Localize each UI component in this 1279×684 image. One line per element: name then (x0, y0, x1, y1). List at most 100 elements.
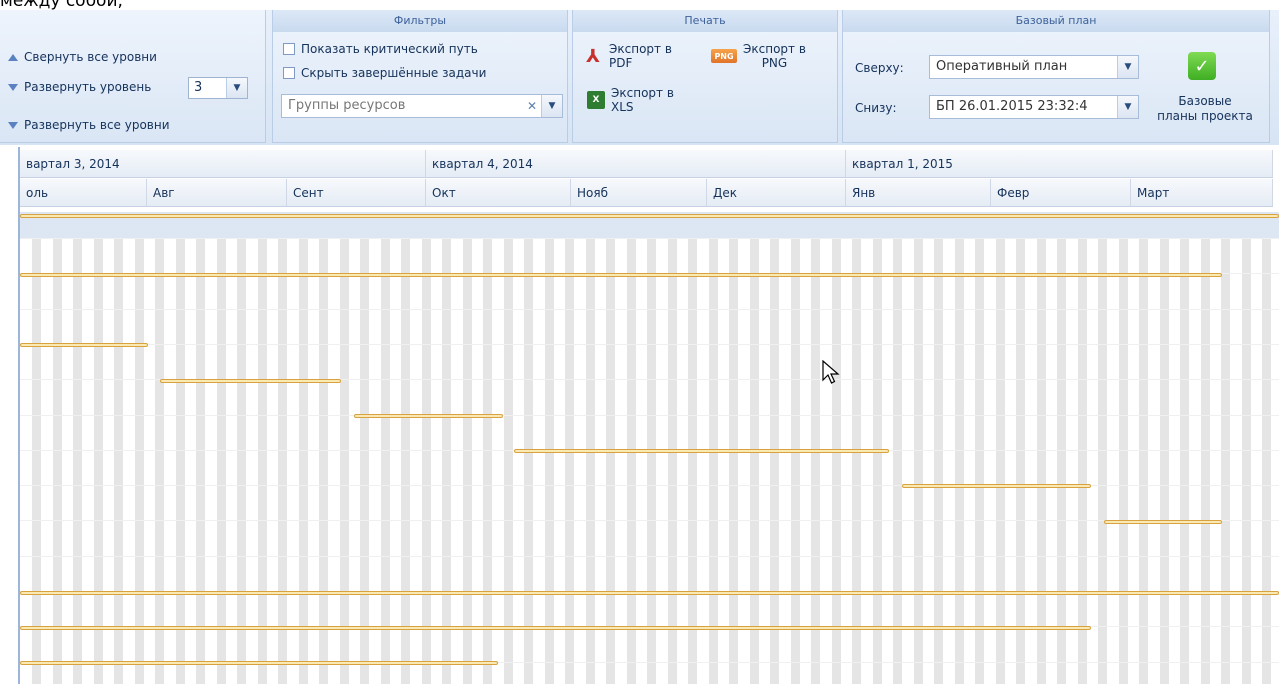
weekend-column (1262, 238, 1271, 684)
row-separator (20, 343, 1279, 345)
levels-group: Свернуть все уровни Развернуть уровень 3… (0, 10, 266, 143)
baseline-top-select[interactable]: Оперативный план ▼ (929, 55, 1139, 79)
weekend-column (893, 238, 902, 684)
weekend-column (770, 238, 779, 684)
project-baselines-line1: Базовые (1178, 94, 1232, 108)
weekend-column (1241, 238, 1251, 684)
weekend-column (852, 238, 861, 684)
weekend-column (360, 238, 369, 684)
gantt-bar[interactable] (20, 661, 498, 665)
weekend-column (975, 238, 984, 684)
chevron-down-icon[interactable]: ▼ (1117, 96, 1138, 118)
collapse-all-button[interactable]: Свернуть все уровни (8, 50, 157, 64)
weekend-column (442, 238, 451, 684)
weekend-column (114, 238, 123, 684)
weekend-column (134, 238, 144, 684)
checkmark-icon: ✓ (1188, 52, 1216, 80)
export-pdf-label: Экспорт в PDF (609, 42, 672, 70)
expand-all-button[interactable]: Развернуть все уровни (8, 118, 170, 132)
checkbox-box[interactable] (283, 43, 295, 55)
gantt-bar[interactable] (160, 379, 341, 383)
project-baselines-button[interactable]: ✓ Базовые планы проекта (1143, 46, 1267, 138)
weekend-column (298, 238, 308, 684)
show-critical-path-label: Показать критический путь (301, 42, 478, 56)
gantt-bar[interactable] (1104, 520, 1222, 524)
weekend-column (483, 238, 492, 684)
weekend-column (155, 238, 164, 684)
baseline-bottom-select[interactable]: БП 26.01.2015 23:32:4 ▼ (929, 95, 1139, 119)
weekend-column (196, 238, 205, 684)
gantt-bar[interactable] (514, 449, 889, 453)
weekend-column (257, 238, 267, 684)
gantt-chart (20, 238, 1279, 684)
weekend-column (237, 238, 246, 684)
weekend-column (688, 238, 697, 684)
export-png-line1: Экспорт в (743, 42, 806, 56)
expand-all-icon (8, 121, 18, 129)
weekend-column (872, 238, 882, 684)
print-group-title: Печать (573, 10, 837, 32)
gantt-bar[interactable] (354, 414, 503, 418)
weekend-column (401, 238, 410, 684)
month-header: Янв (846, 179, 991, 206)
export-pdf-button[interactable]: ⅄ Экспорт в PDF (583, 42, 672, 70)
baseline-bottom-label: Снизу: (855, 101, 897, 115)
baseline-bottom-value: БП 26.01.2015 23:32:4 (936, 99, 1088, 114)
checkbox-box[interactable] (283, 67, 295, 79)
month-header: Февр (991, 179, 1131, 206)
weekend-column (667, 238, 677, 684)
show-critical-path-checkbox[interactable]: Показать критический путь (283, 42, 478, 56)
weekend-column (585, 238, 595, 684)
quarter-header-row: вартал 3, 2014 квартал 4, 2014 квартал 1… (20, 150, 1273, 178)
export-xls-button[interactable]: X Экспорт в XLS (587, 86, 674, 114)
filters-group: Фильтры Показать критический путь Скрыть… (272, 10, 568, 143)
weekend-column (647, 238, 656, 684)
png-icon: PNG (711, 49, 737, 63)
weekend-column (729, 238, 738, 684)
weekend-column (216, 238, 226, 684)
weekend-column (749, 238, 759, 684)
filters-group-title: Фильтры (273, 10, 567, 32)
weekend-column (1139, 238, 1148, 684)
expand-level-button[interactable]: Развернуть уровень (8, 80, 151, 94)
row-separator (20, 414, 1279, 416)
baseline-group: Базовый план Сверху: Оперативный план ▼ … (842, 10, 1270, 143)
month-header-row: оль Авг Сент Окт Нояб Дек Янв Февр Март (20, 179, 1273, 207)
gantt-bar[interactable] (20, 214, 1279, 218)
gantt-bar[interactable] (20, 591, 1279, 595)
gantt-bar[interactable] (20, 626, 1091, 630)
resource-groups-combo[interactable]: Группы ресурсов ✕ ▼ (281, 94, 563, 118)
month-header: Авг (147, 179, 287, 206)
export-png-button[interactable]: PNG Экспорт в PNG (711, 42, 806, 70)
baseline-top-value: Оперативный план (936, 59, 1068, 74)
expand-level-value: 3 (194, 80, 203, 95)
weekend-column (278, 238, 287, 684)
export-png-line2: PNG (761, 56, 788, 70)
mouse-cursor-icon (822, 360, 840, 384)
weekend-column (175, 238, 185, 684)
hide-completed-checkbox[interactable]: Скрыть завершённые задачи (283, 66, 486, 80)
weekend-column (544, 238, 554, 684)
weekend-column (913, 238, 923, 684)
weekend-column (1036, 238, 1046, 684)
weekend-column (626, 238, 636, 684)
resource-groups-placeholder: Группы ресурсов (288, 98, 406, 113)
chevron-down-icon[interactable]: ▼ (1117, 56, 1138, 78)
row-separator (20, 555, 1279, 557)
gantt-bar[interactable] (20, 343, 148, 347)
gantt-bar[interactable] (902, 484, 1091, 488)
weekend-column (606, 238, 615, 684)
collapse-all-label: Свернуть все уровни (24, 50, 157, 64)
chevron-down-icon[interactable]: ▼ (226, 78, 247, 98)
weekend-column (1221, 238, 1230, 684)
expand-level-select[interactable]: 3 ▼ (188, 77, 248, 99)
chevron-down-icon[interactable]: ▼ (541, 95, 562, 117)
expand-all-label: Развернуть все уровни (24, 118, 170, 132)
clear-icon[interactable]: ✕ (523, 95, 541, 117)
weekend-column (1118, 238, 1128, 684)
weekend-column (1016, 238, 1025, 684)
weekend-column (954, 238, 964, 684)
weekend-column (708, 238, 718, 684)
gantt-bar[interactable] (20, 273, 1222, 277)
export-xls-line2: XLS (611, 100, 634, 114)
